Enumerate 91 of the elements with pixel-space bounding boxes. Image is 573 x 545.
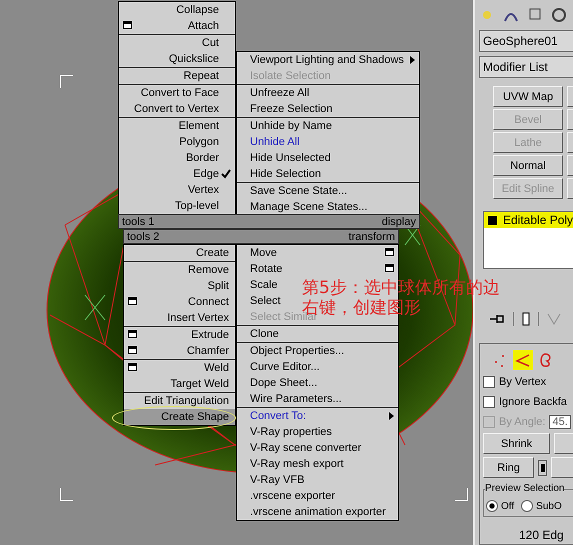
triangle-edge-icon[interactable] bbox=[513, 350, 533, 370]
menu-item[interactable]: Weld bbox=[124, 360, 235, 376]
selection-bracket bbox=[60, 488, 73, 501]
menu-item[interactable]: Edge bbox=[119, 166, 235, 182]
options-box-icon[interactable] bbox=[128, 363, 137, 371]
menu-item[interactable]: V-Ray VFB bbox=[237, 472, 308, 488]
menu-item[interactable]: Cut bbox=[119, 35, 235, 51]
menu-item[interactable]: Convert To: bbox=[237, 408, 398, 424]
menu-item[interactable]: Viewport Lighting and Shadows bbox=[237, 52, 419, 68]
menu-item[interactable]: Repeat bbox=[119, 68, 235, 84]
menu-item[interactable]: Convert to Face bbox=[119, 85, 235, 101]
menu-item[interactable]: Rotate bbox=[237, 261, 398, 277]
quad-title: tools 1 bbox=[122, 216, 154, 228]
menu-item[interactable]: Target Weld bbox=[124, 376, 235, 392]
menu-item[interactable]: Extrude bbox=[124, 327, 235, 343]
options-box-icon[interactable] bbox=[385, 248, 394, 256]
shrink-button[interactable]: Shrink bbox=[483, 433, 550, 454]
radio-button[interactable] bbox=[486, 500, 498, 512]
menu-item[interactable]: Move bbox=[237, 245, 398, 261]
menu-item[interactable]: Select bbox=[237, 293, 285, 309]
menu-item[interactable]: Hide Selection bbox=[237, 166, 419, 182]
options-box-icon[interactable] bbox=[128, 297, 137, 305]
radio-button[interactable] bbox=[521, 500, 534, 512]
menu-item[interactable]: Scale bbox=[237, 277, 282, 293]
angle-field[interactable]: 45. bbox=[549, 414, 571, 428]
selection-bracket bbox=[60, 75, 73, 88]
circle-icon[interactable] bbox=[551, 7, 567, 23]
menu-item[interactable]: V-Ray properties bbox=[237, 424, 336, 440]
menu-item[interactable]: V-Ray mesh export bbox=[237, 456, 348, 472]
object-name-field[interactable]: GeoSphere01 bbox=[479, 30, 573, 52]
ring-button[interactable]: Ring bbox=[483, 457, 534, 478]
menu-item[interactable]: Top-level bbox=[119, 198, 235, 214]
menu-item[interactable]: Quickslice bbox=[119, 51, 235, 67]
menu-item[interactable]: Insert Vertex bbox=[124, 310, 235, 326]
submenu-arrow-icon bbox=[410, 56, 415, 64]
quad-title: tools 2 bbox=[127, 230, 160, 242]
options-box-icon[interactable] bbox=[385, 264, 394, 272]
spinner-icon[interactable] bbox=[538, 460, 548, 476]
menu-item[interactable]: Attach bbox=[119, 18, 235, 34]
menu-item[interactable]: Remove bbox=[124, 262, 235, 278]
radio-label: SubO bbox=[536, 500, 562, 512]
menu-item[interactable]: Split bbox=[124, 278, 235, 294]
menu-item[interactable]: Polygon bbox=[119, 134, 235, 150]
menu-item[interactable]: Hide Unselected bbox=[237, 150, 419, 166]
modifier-list-dropdown[interactable]: Modifier List bbox=[479, 56, 573, 78]
options-box-icon[interactable] bbox=[123, 21, 132, 29]
quad-title: display bbox=[382, 216, 416, 228]
checkbox-label: By Angle: bbox=[499, 416, 546, 428]
menu-item[interactable]: V-Ray scene converter bbox=[237, 440, 366, 456]
menu-item[interactable]: Convert to Vertex bbox=[119, 101, 235, 117]
menu-item[interactable]: .vrscene animation exporter bbox=[237, 504, 390, 520]
menu-item[interactable]: Unfreeze All bbox=[237, 85, 419, 101]
quad-title: transform bbox=[348, 230, 395, 242]
checkbox-label: Ignore Backfa bbox=[499, 396, 567, 408]
menu-item[interactable]: Curve Editor... bbox=[237, 359, 324, 375]
selection-bracket bbox=[455, 488, 468, 501]
checkmark-icon bbox=[221, 169, 231, 179]
modifier-button[interactable]: Normal bbox=[493, 155, 563, 176]
checkbox-label: By Vertex bbox=[499, 376, 546, 388]
menu-item[interactable]: Dope Sheet... bbox=[237, 375, 322, 391]
menu-item[interactable]: Save Scene State... bbox=[237, 183, 419, 199]
menu-item[interactable]: Unhide All bbox=[237, 134, 419, 150]
checkbox[interactable] bbox=[483, 376, 495, 388]
radio-label: Off bbox=[501, 500, 514, 512]
menu-item[interactable]: Wire Parameters... bbox=[237, 391, 346, 407]
expand-icon[interactable] bbox=[488, 216, 497, 224]
menu-item[interactable]: Vertex bbox=[119, 182, 235, 198]
menu-item[interactable]: Create Shape bbox=[124, 409, 235, 425]
menu-item[interactable]: Clone bbox=[237, 326, 283, 342]
menu-item[interactable]: Collapse bbox=[119, 2, 235, 18]
menu-item[interactable]: Unhide by Name bbox=[237, 118, 419, 134]
menu-item[interactable]: Edit Triangulation bbox=[124, 393, 235, 409]
bar-icon[interactable] bbox=[522, 312, 530, 326]
menu-item[interactable]: Border bbox=[119, 150, 235, 166]
menu-item[interactable]: Create bbox=[124, 245, 235, 261]
modifier-button[interactable]: UVW Map bbox=[493, 86, 563, 107]
menu-item[interactable]: .vrscene exporter bbox=[237, 488, 339, 504]
submenu-arrow-icon bbox=[389, 412, 394, 420]
menu-item[interactable]: Chamfer bbox=[124, 343, 235, 359]
menu-item[interactable]: Freeze Selection bbox=[237, 101, 419, 117]
pin-icon[interactable] bbox=[489, 313, 505, 325]
checkbox[interactable] bbox=[483, 396, 495, 408]
options-box-icon[interactable] bbox=[128, 330, 137, 338]
menu-item[interactable]: Object Properties... bbox=[237, 343, 348, 359]
group-title: Preview Selection bbox=[485, 483, 564, 494]
options-box-icon[interactable] bbox=[128, 346, 137, 354]
menu-item[interactable]: Element bbox=[119, 118, 235, 134]
menu-item[interactable]: Manage Scene States... bbox=[237, 199, 419, 215]
stack-item[interactable]: Editable Poly bbox=[484, 212, 573, 228]
selection-count: 120 Edg bbox=[518, 527, 565, 542]
menu-item[interactable]: Connect bbox=[124, 294, 235, 310]
